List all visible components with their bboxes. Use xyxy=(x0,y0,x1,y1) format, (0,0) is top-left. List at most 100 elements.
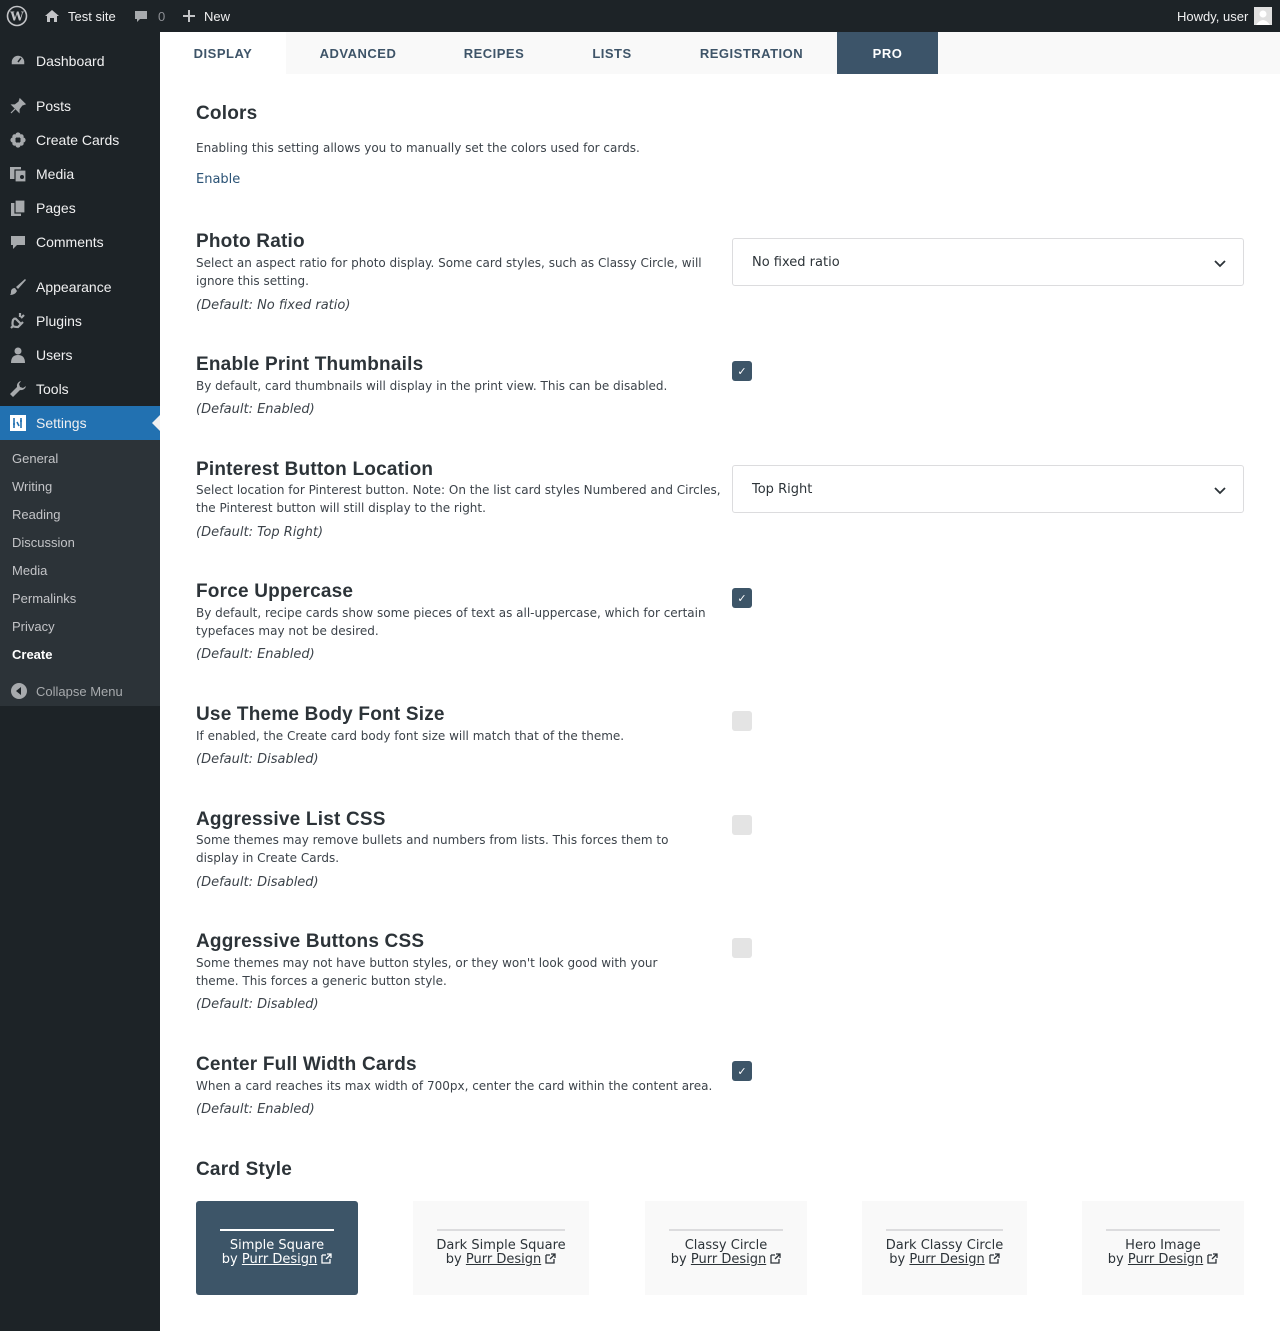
checkmark-icon: ✓ xyxy=(737,364,747,378)
submenu-item-media[interactable]: Media xyxy=(12,562,47,580)
theme-font-size-checkbox[interactable] xyxy=(732,711,752,731)
author-link[interactable]: Purr Design xyxy=(466,1252,541,1267)
sidebar-item-tools[interactable]: Tools xyxy=(0,372,160,406)
tab-registration[interactable]: REGISTRATION xyxy=(666,32,837,74)
card-style-dark-simple-square[interactable]: Dark Simple Square by Purr Design xyxy=(413,1201,589,1295)
theme-font-size-default: (Default: Disabled) xyxy=(196,752,319,767)
photo-ratio-select[interactable]: No fixed ratio xyxy=(732,238,1244,286)
comments-link[interactable]: 0 xyxy=(133,0,165,32)
byline-prefix: by xyxy=(1107,1252,1124,1267)
center-cards-default: (Default: Enabled) xyxy=(196,1102,315,1117)
aggressive-list-title: Aggressive List CSS xyxy=(196,809,386,830)
sidebar-item-users[interactable]: Users xyxy=(0,338,160,372)
force-uppercase-checkbox[interactable]: ✓ xyxy=(732,588,752,608)
settings-content: DISPLAY ADVANCED RECIPES LISTS REGISTRAT… xyxy=(160,32,1280,1331)
sidebar-item-comments[interactable]: Comments xyxy=(0,225,160,259)
sidebar-item-label: Plugins xyxy=(36,313,82,329)
pin-icon xyxy=(8,97,28,115)
card-style-simple-square[interactable]: Simple Square by Purr Design xyxy=(196,1201,358,1295)
comment-icon xyxy=(135,11,147,22)
submenu-item-create[interactable]: Create xyxy=(12,646,52,664)
tab-recipes[interactable]: RECIPES xyxy=(430,32,558,74)
comment-icon xyxy=(8,233,28,251)
submenu-item-writing[interactable]: Writing xyxy=(12,478,52,496)
tab-pro[interactable]: PRO xyxy=(837,32,938,74)
sidebar-item-label: Pages xyxy=(36,200,76,216)
card-style-name: Hero Image xyxy=(1125,1238,1201,1253)
pinterest-location-value: Top Right xyxy=(752,481,813,497)
home-icon xyxy=(45,10,59,22)
sidebar-item-label: Users xyxy=(36,347,73,363)
force-uppercase-title: Force Uppercase xyxy=(196,581,354,602)
colors-enable-link[interactable]: Enable xyxy=(196,172,240,187)
card-style-name: Simple Square xyxy=(229,1238,325,1253)
card-divider xyxy=(669,1229,783,1231)
submenu-item-privacy[interactable]: Privacy xyxy=(12,618,55,636)
chevron-down-icon xyxy=(1214,487,1226,495)
sidebar-item-appearance[interactable]: Appearance xyxy=(0,270,160,304)
author-link[interactable]: Purr Design xyxy=(691,1252,766,1267)
submenu-item-permalinks[interactable]: Permalinks xyxy=(12,590,76,608)
card-style-byline: by Purr Design xyxy=(446,1253,556,1267)
sidebar-item-pages[interactable]: Pages xyxy=(0,191,160,225)
author-link[interactable]: Purr Design xyxy=(242,1252,317,1267)
photo-ratio-title: Photo Ratio xyxy=(196,231,305,252)
collapse-menu-button[interactable]: Collapse Menu xyxy=(0,674,160,708)
pinterest-location-description: Select location for Pinterest button. No… xyxy=(196,483,721,515)
new-content-link[interactable]: New xyxy=(182,0,230,32)
greeting: Howdy, user xyxy=(1177,8,1249,24)
card-style-hero-image[interactable]: Hero Image by Purr Design xyxy=(1082,1201,1244,1295)
tab-lists[interactable]: LISTS xyxy=(558,32,666,74)
tab-advanced[interactable]: ADVANCED xyxy=(286,32,430,74)
center-cards-description: When a card reaches its max width of 700… xyxy=(196,1079,713,1093)
card-style-title: Card Style xyxy=(196,1159,292,1180)
collapse-menu-label: Collapse Menu xyxy=(36,683,123,699)
submenu-item-general[interactable]: General xyxy=(12,450,58,468)
card-style-name: Classy Circle xyxy=(684,1238,768,1253)
sidebar-item-plugins[interactable]: Plugins xyxy=(0,304,160,338)
card-style-classy-circle[interactable]: Classy Circle by Purr Design xyxy=(645,1201,807,1295)
pages-icon xyxy=(8,199,28,217)
photo-ratio-default: (Default: No fixed ratio) xyxy=(196,298,351,313)
author-link[interactable]: Purr Design xyxy=(1128,1252,1203,1267)
media-icon xyxy=(8,165,28,183)
card-style-byline: by Purr Design xyxy=(889,1252,1000,1267)
author-link[interactable]: Purr Design xyxy=(909,1252,984,1267)
submenu-item-discussion[interactable]: Discussion xyxy=(12,534,75,552)
photo-ratio-value: No fixed ratio xyxy=(752,254,840,270)
sidebar-item-media[interactable]: Media xyxy=(0,157,160,191)
aggressive-buttons-checkbox[interactable] xyxy=(732,938,752,958)
byline-prefix: by xyxy=(221,1252,238,1267)
sidebar-item-posts[interactable]: Posts xyxy=(0,89,160,123)
dashboard-icon xyxy=(8,52,28,70)
admin-bar: W Test site 0 New Howdy, user xyxy=(0,0,1280,32)
aggressive-list-checkbox[interactable] xyxy=(732,815,752,835)
sidebar-item-create-cards[interactable]: Create Cards xyxy=(0,123,160,157)
submenu-item-reading[interactable]: Reading xyxy=(12,506,60,524)
site-home-link[interactable]: Test site xyxy=(44,0,116,32)
pinterest-location-select[interactable]: Top Right xyxy=(732,465,1244,513)
card-divider xyxy=(437,1229,565,1231)
my-account-link[interactable]: Howdy, user xyxy=(1177,0,1273,32)
sidebar-item-settings[interactable]: Settings xyxy=(0,406,160,440)
print-thumbnails-checkbox[interactable]: ✓ xyxy=(732,361,752,381)
force-uppercase-default: (Default: Enabled) xyxy=(196,647,315,662)
byline-prefix: by xyxy=(889,1252,906,1267)
external-link-icon xyxy=(770,1253,781,1264)
pinterest-location-default: (Default: Top Right) xyxy=(196,525,324,540)
photo-ratio-description: Select an aspect ratio for photo display… xyxy=(196,256,702,288)
aggressive-buttons-default: (Default: Disabled) xyxy=(196,997,319,1012)
card-style-dark-classy-circle[interactable]: Dark Classy Circle by Purr Design xyxy=(862,1201,1027,1295)
force-uppercase-description: By default, recipe cards show some piece… xyxy=(196,606,706,638)
sidebar-item-label: Comments xyxy=(36,234,104,250)
center-cards-checkbox[interactable]: ✓ xyxy=(732,1061,752,1081)
pinterest-location-title: Pinterest Button Location xyxy=(196,459,434,480)
external-link-icon xyxy=(545,1253,556,1264)
settings-icon xyxy=(8,414,28,432)
sidebar-item-dashboard[interactable]: Dashboard xyxy=(0,44,160,78)
card-style-name: Dark Classy Circle xyxy=(885,1238,1004,1253)
tab-display[interactable]: DISPLAY xyxy=(160,32,286,74)
card-style-byline: by Purr Design xyxy=(671,1253,781,1267)
wordpress-logo-icon[interactable]: W xyxy=(6,0,28,32)
sidebar-item-label: Dashboard xyxy=(36,53,105,69)
